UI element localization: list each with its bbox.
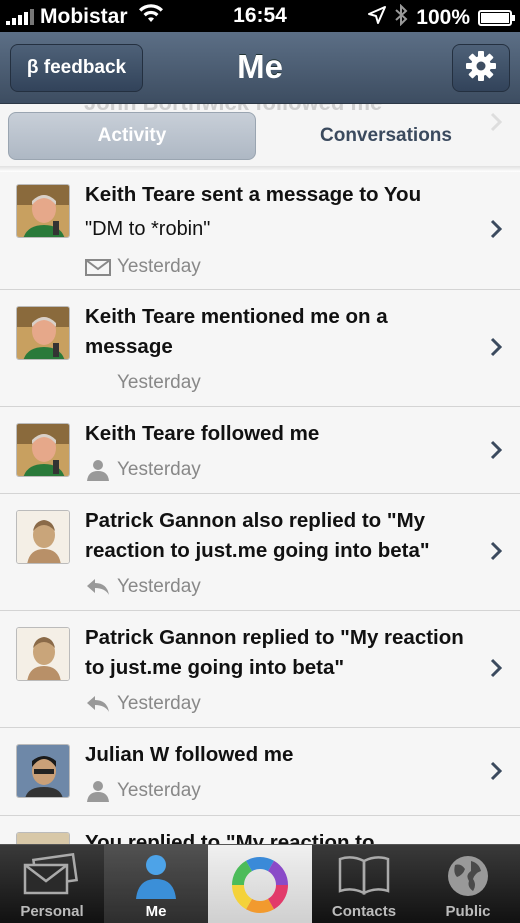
tab-home-logo[interactable] bbox=[208, 845, 312, 923]
row-time: Yesterday bbox=[117, 256, 201, 277]
row-time: Yesterday bbox=[117, 372, 201, 393]
person-icon bbox=[85, 780, 111, 802]
tab-me[interactable]: Me bbox=[104, 845, 208, 923]
chevron-right-icon bbox=[490, 219, 503, 244]
activity-row[interactable]: You replied to "My reaction to bbox=[0, 816, 520, 844]
avatar bbox=[16, 832, 70, 844]
person-icon bbox=[85, 459, 111, 481]
battery-icon bbox=[478, 10, 515, 26]
row-meta: Yesterday bbox=[85, 459, 201, 481]
avatar-patrick-gannon bbox=[16, 627, 70, 681]
chevron-right-icon bbox=[490, 440, 503, 465]
ring-logo-icon bbox=[208, 855, 312, 915]
avatar-keith-teare bbox=[16, 306, 70, 360]
row-title: Patrick Gannon also replied to "My react… bbox=[85, 509, 430, 562]
row-meta: Yesterday bbox=[85, 780, 201, 802]
activity-segmented-control: Activity Conversations bbox=[0, 104, 520, 166]
row-meta: Yesterday bbox=[85, 576, 201, 598]
row-title: Keith Teare mentioned me on a message bbox=[85, 305, 388, 358]
tab-bar: Personal Me Contacts Public bbox=[0, 844, 520, 923]
globe-icon bbox=[416, 853, 520, 899]
navigation-bar: β feedback Me bbox=[0, 32, 520, 104]
tab-contacts[interactable]: Contacts bbox=[312, 845, 416, 923]
row-title: Julian W followed me bbox=[85, 743, 294, 766]
tab-label: Me bbox=[145, 903, 167, 920]
row-title: Keith Teare sent a message to You bbox=[85, 183, 422, 206]
gear-icon bbox=[465, 50, 497, 87]
avatar-patrick-gannon bbox=[16, 510, 70, 564]
reply-icon bbox=[85, 577, 111, 597]
battery-percent: 100% bbox=[416, 6, 470, 29]
chevron-right-icon bbox=[490, 541, 503, 566]
row-meta: Yesterday bbox=[85, 693, 201, 715]
row-meta: Yesterday bbox=[85, 372, 201, 394]
row-time: Yesterday bbox=[117, 693, 201, 714]
avatar-keith-teare bbox=[16, 423, 70, 477]
chevron-right-icon bbox=[490, 761, 503, 786]
row-title: Keith Teare followed me bbox=[85, 422, 320, 445]
chevron-right-icon bbox=[490, 337, 503, 362]
activity-row[interactable]: Keith Teare mentioned me on a message Ye… bbox=[0, 290, 520, 407]
bluetooth-icon bbox=[394, 3, 408, 32]
book-icon bbox=[312, 853, 416, 897]
settings-button[interactable] bbox=[452, 44, 510, 92]
page-title: Me bbox=[237, 48, 283, 85]
tab-label: Contacts bbox=[331, 903, 397, 920]
row-title: You replied to "My reaction to bbox=[85, 831, 375, 844]
activity-row[interactable]: Keith Teare sent a message to You "DM to… bbox=[0, 172, 520, 290]
reply-icon bbox=[85, 694, 111, 714]
tab-label: Public bbox=[445, 903, 491, 920]
activity-row[interactable]: Patrick Gannon replied to "My reaction t… bbox=[0, 611, 520, 728]
row-time: Yesterday bbox=[117, 576, 201, 597]
activity-row[interactable]: Julian W followed me Yesterday bbox=[0, 728, 520, 816]
envelope-icon bbox=[85, 257, 111, 277]
row-meta: Yesterday bbox=[85, 256, 201, 278]
location-arrow-icon bbox=[368, 6, 387, 30]
activity-row[interactable]: Keith Teare followed me Yesterday bbox=[0, 407, 520, 494]
chevron-right-icon bbox=[490, 658, 503, 683]
person-icon bbox=[104, 853, 208, 899]
tab-label: Personal bbox=[20, 903, 84, 920]
tab-conversations[interactable]: Conversations bbox=[262, 112, 510, 160]
row-time: Yesterday bbox=[117, 459, 201, 480]
tab-personal[interactable]: Personal bbox=[0, 845, 104, 923]
envelopes-icon bbox=[0, 853, 104, 897]
avatar-julian-w bbox=[16, 744, 70, 798]
avatar-keith-teare bbox=[16, 184, 70, 238]
tab-public[interactable]: Public bbox=[416, 845, 520, 923]
activity-row[interactable]: Patrick Gannon also replied to "My react… bbox=[0, 494, 520, 611]
status-bar: Mobistar 16:54 100% bbox=[0, 0, 520, 32]
row-time: Yesterday bbox=[117, 780, 201, 801]
status-right: 100% bbox=[368, 3, 515, 32]
row-message: "DM to *robin" bbox=[85, 218, 211, 240]
tab-activity[interactable]: Activity bbox=[8, 112, 256, 160]
row-title: Patrick Gannon replied to "My reaction t… bbox=[85, 626, 464, 679]
